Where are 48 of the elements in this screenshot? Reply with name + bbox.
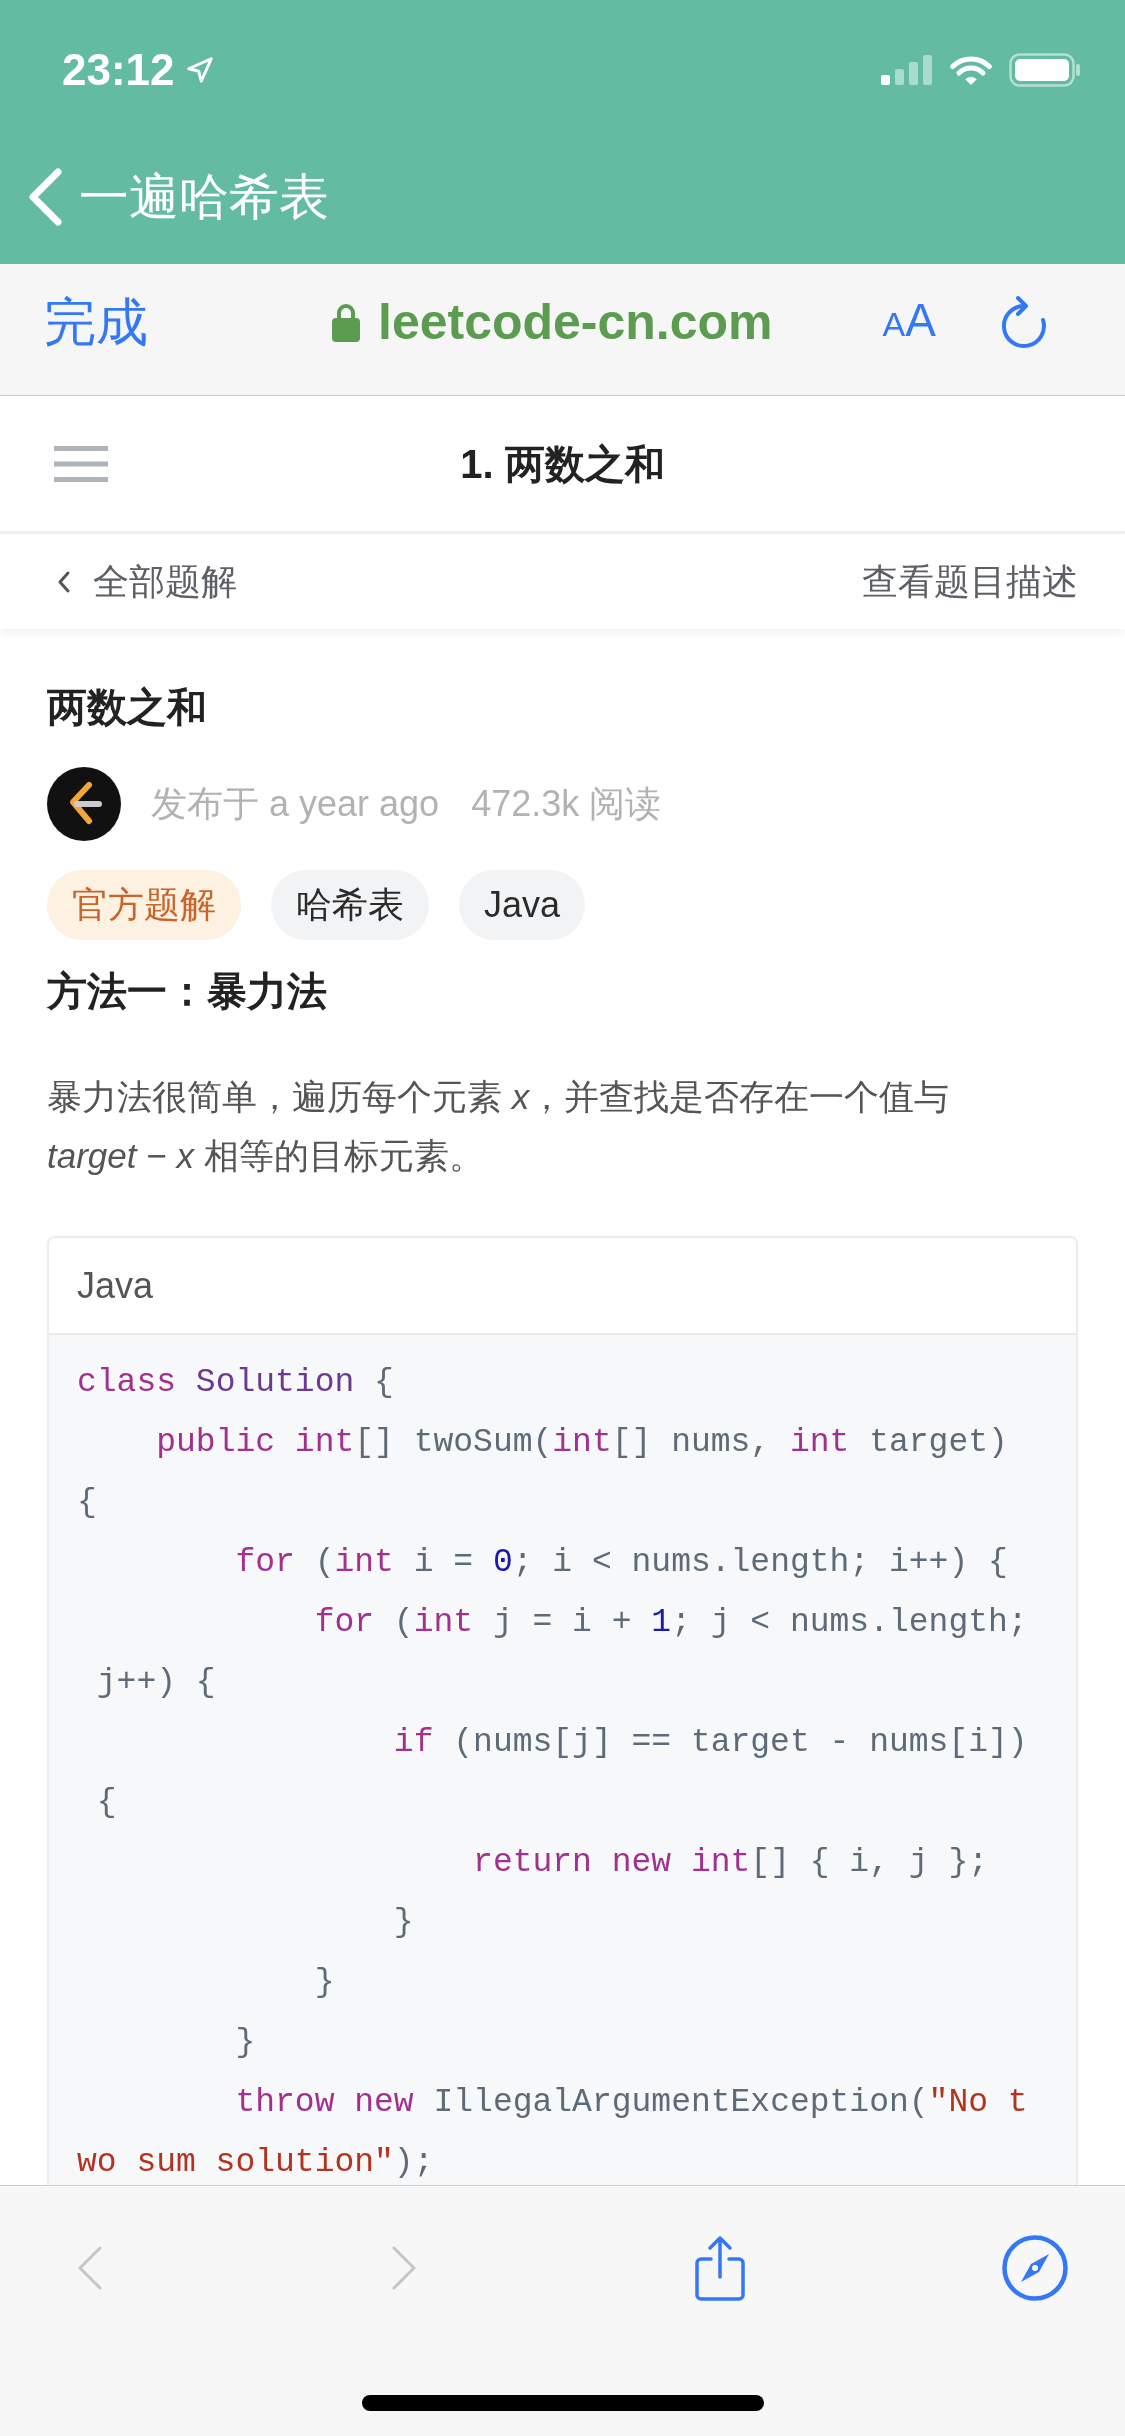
page-title: 1. 两数之和 xyxy=(460,440,665,488)
paragraph: 暴力法很简单，遍历每个元素 x，并查找是否存在一个值与 target − x 相等的目标元素。 xyxy=(47,1076,951,1177)
code-line: class Solution { xyxy=(77,1364,394,1402)
status-time: 23:12 xyxy=(62,45,175,95)
tag[interactable]: 哈希表 xyxy=(271,870,429,940)
tag[interactable]: 官方题解 xyxy=(47,870,241,940)
code-line: } xyxy=(393,1904,414,1942)
share-button[interactable] xyxy=(694,2235,746,2301)
compass-icon xyxy=(1002,2235,1068,2301)
signal-icon xyxy=(881,55,933,85)
chevron-left-icon xyxy=(77,2246,103,2290)
logo-icon xyxy=(47,767,121,841)
address-button[interactable]: leetcode-cn.com xyxy=(332,291,773,352)
chevron-left-icon xyxy=(57,570,71,593)
all-solutions-link[interactable]: 全部题解 xyxy=(57,557,237,606)
chevron-right-icon xyxy=(391,2246,417,2290)
menu-button[interactable] xyxy=(54,445,108,482)
code-line: j++) { xyxy=(96,1664,216,1702)
share-icon xyxy=(694,2235,746,2301)
battery-icon xyxy=(1009,53,1081,87)
reload-button[interactable] xyxy=(999,293,1048,350)
code-line: for (int j = i + 1; j < nums.length; xyxy=(314,1604,1028,1642)
code-line: } xyxy=(235,2024,256,2062)
code-line: } xyxy=(314,1964,335,2002)
compass-button[interactable] xyxy=(1002,2235,1068,2301)
back-chevron-icon xyxy=(27,167,63,227)
menu-icon xyxy=(54,445,108,482)
reload-icon xyxy=(999,293,1048,350)
section-heading: 方法一：暴力法 xyxy=(47,968,327,1015)
code-line: throw new IllegalArgumentException("No t xyxy=(235,2084,1028,2122)
code-line: wo sum solution"); xyxy=(77,2144,434,2182)
back-button[interactable]: 一遍哈希表 xyxy=(27,167,329,227)
read-count: 472.3k 阅读 xyxy=(471,782,662,826)
code-line: { xyxy=(96,1784,117,1822)
article-title: 两数之和 xyxy=(47,684,207,731)
code-line: for (int i = 0; i < nums.length; i++) { xyxy=(235,1544,1008,1582)
problem-description-link[interactable]: 查看题目描述 xyxy=(862,557,1078,606)
code-line: return new int[] { i, j }; xyxy=(473,1844,988,1882)
tag[interactable]: Java xyxy=(459,870,586,940)
publish-date: 发布于 a year ago xyxy=(151,782,440,826)
code-line: public int[] twoSum(int[] nums, int target) xyxy=(156,1424,1008,1462)
lock-icon xyxy=(332,301,360,342)
done-button[interactable]: 完成 xyxy=(44,291,148,352)
code-line: { xyxy=(77,1484,97,1522)
code-language-label: Java xyxy=(77,1263,154,1308)
text-size-button[interactable]: AA xyxy=(882,293,936,350)
location-arrow-icon xyxy=(184,55,215,85)
code-line: if (nums[j] == target - nums[i]) xyxy=(393,1724,1028,1762)
